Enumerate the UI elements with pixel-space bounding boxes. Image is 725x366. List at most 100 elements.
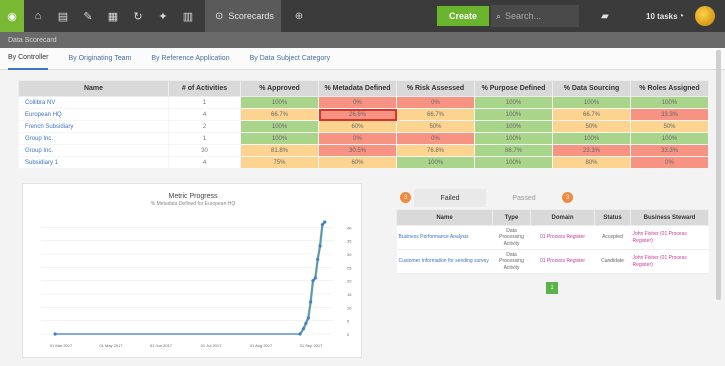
metric-cell[interactable]: 66.7% (240, 108, 319, 121)
metric-cell[interactable]: 75% (240, 156, 319, 169)
metric-cell[interactable]: 33.3% (630, 144, 709, 157)
metric-cell[interactable]: 26.6% (318, 108, 397, 121)
metric-cell[interactable]: 0% (396, 96, 475, 109)
failed-asset-row: Business Performance Analysis Data Proces… (396, 225, 709, 250)
data-point (323, 220, 327, 224)
data-point (320, 223, 325, 227)
metric-cell[interactable]: 100% (474, 96, 553, 109)
metric-cell[interactable]: 30.5% (318, 144, 397, 157)
workflow-icon[interactable]: ↻ (127, 5, 149, 27)
metric-cell[interactable]: 100% (396, 156, 475, 169)
column-header[interactable]: % Risk Assessed (396, 80, 475, 97)
metric-cell[interactable]: 66.7% (552, 108, 631, 121)
data-point (306, 316, 310, 320)
column-header[interactable]: Status (594, 209, 631, 226)
create-button[interactable]: Create (437, 6, 489, 26)
metric-cell[interactable]: 100% (552, 96, 631, 109)
x-tick-label: 01 Jul 2017 (201, 343, 222, 348)
basket-icon[interactable]: ▰ (598, 6, 612, 26)
metric-cell[interactable]: 76.8% (396, 144, 475, 157)
metric-cell[interactable]: 0% (630, 156, 709, 169)
metric-cell[interactable]: 0% (318, 132, 397, 145)
tab-passed[interactable]: Passed (488, 189, 560, 207)
column-header[interactable]: Name (18, 80, 169, 97)
top-bar: ◉ ⌂ ▤ ✎ ▦ ↻ ✦ ▥ ⊙ Scorecards ⊕ (0, 0, 725, 32)
settings-icon[interactable]: ✦ (152, 5, 174, 27)
business-steward-link[interactable]: John Fisher (01 Process Register) (630, 249, 709, 274)
controller-name-link[interactable]: Group Inc. (18, 144, 169, 157)
activity-count: 1 (168, 96, 241, 109)
data-point (316, 257, 320, 261)
metric-cell[interactable]: 23.3% (552, 144, 631, 157)
metric-cell[interactable]: 60% (318, 120, 397, 133)
metric-cell[interactable]: 100% (240, 132, 319, 145)
globe-icon[interactable]: ⊕ (287, 0, 311, 32)
controller-name-link[interactable]: French Subsidiary (18, 120, 169, 133)
glossary-icon[interactable]: ✎ (77, 5, 99, 27)
metric-cell[interactable]: 50% (552, 120, 631, 133)
controller-name-link[interactable]: Group Inc. (18, 132, 169, 145)
scorecard-table: Name # of Activities% Approved% Metadata … (18, 80, 709, 169)
notifications-icon[interactable]: ◔ (674, 6, 688, 26)
metric-cell[interactable]: 80% (552, 156, 631, 169)
column-header[interactable]: % Metadata Defined (318, 80, 397, 97)
metric-cell[interactable]: 100% (474, 108, 553, 121)
asset-name-link[interactable]: Customer Information for sending survey (396, 249, 493, 274)
domain-link[interactable]: 01 Process Register (530, 225, 595, 250)
tab-by-reference-application[interactable]: By Reference Application (151, 48, 229, 70)
asset-type: Data Processing Activity (492, 249, 531, 274)
tab-by-originating-team[interactable]: By Originating Team (68, 48, 131, 70)
reports-icon[interactable]: ▥ (177, 5, 199, 27)
pagination-page-button[interactable]: 1 (546, 282, 558, 294)
metric-cell[interactable]: 100% (630, 96, 709, 109)
metric-cell[interactable]: 100% (240, 120, 319, 133)
asset-name-link[interactable]: Business Performance Analysis (396, 225, 493, 250)
scorecards-tab[interactable]: ⊙ Scorecards (205, 0, 281, 32)
y-tick-label: 15 (347, 292, 352, 297)
metric-cell[interactable]: 100% (240, 96, 319, 109)
column-header[interactable]: % Approved (240, 80, 319, 97)
metric-cell[interactable]: 50% (396, 120, 475, 133)
column-header[interactable]: % Purpose Defined (474, 80, 553, 97)
column-header[interactable]: Name (396, 209, 493, 226)
avatar[interactable] (695, 6, 715, 26)
column-header[interactable]: Business Steward (630, 209, 709, 226)
metric-cell[interactable]: 0% (318, 96, 397, 109)
metric-cell[interactable]: 100% (474, 120, 553, 133)
data-icon[interactable]: ▦ (102, 5, 124, 27)
metric-cell[interactable]: 100% (474, 132, 553, 145)
page-scrollbar[interactable] (716, 50, 721, 300)
metric-cell[interactable]: 0% (396, 132, 475, 145)
controller-name-link[interactable]: European HQ (18, 108, 169, 121)
metric-cell[interactable]: 100% (630, 132, 709, 145)
controller-name-link[interactable]: Subsidiary 1 (18, 156, 169, 169)
column-header[interactable]: # of Activities (168, 80, 241, 97)
y-tick-label: 40 (347, 225, 352, 230)
metric-cell[interactable]: 33.3% (630, 108, 709, 121)
column-header[interactable]: % Roles Assigned (630, 80, 709, 97)
metric-cell[interactable]: 81.8% (240, 144, 319, 157)
controller-name-link[interactable]: Collibra NV (18, 96, 169, 109)
x-tick-label: 01 Jun 2017 (150, 343, 173, 348)
table-row: European HQ 4 66.7% 26.6% 66.7% 100% 66.7% 33.3… (18, 108, 709, 121)
metric-cell[interactable]: 100% (474, 156, 553, 169)
search-input[interactable]: ⌕ Search... (491, 5, 579, 27)
metric-cell[interactable]: 86.7% (474, 144, 553, 157)
column-header[interactable]: Type (492, 209, 531, 226)
business-steward-link[interactable]: John Fisher (01 Process Register) (630, 225, 709, 250)
column-header[interactable]: % Data Sourcing (552, 80, 631, 97)
data-point (313, 276, 317, 280)
tab-by-data-subject-category[interactable]: By Data Subject Category (250, 48, 331, 70)
domain-link[interactable]: 01 Process Register (530, 249, 595, 274)
metric-cell[interactable]: 60% (318, 156, 397, 169)
metric-cell[interactable]: 50% (630, 120, 709, 133)
dashboard-icon[interactable]: ⌂ (27, 5, 49, 27)
column-header[interactable]: Domain (530, 209, 595, 226)
metric-cell[interactable]: 66.7% (396, 108, 475, 121)
home-icon[interactable]: ◉ (0, 0, 24, 32)
tab-failed[interactable]: Failed (414, 189, 486, 207)
asset-status: Candidate (594, 249, 631, 274)
metric-cell[interactable]: 100% (552, 132, 631, 145)
catalog-icon[interactable]: ▤ (52, 5, 74, 27)
tab-by-controller[interactable]: By Controller (8, 48, 49, 70)
